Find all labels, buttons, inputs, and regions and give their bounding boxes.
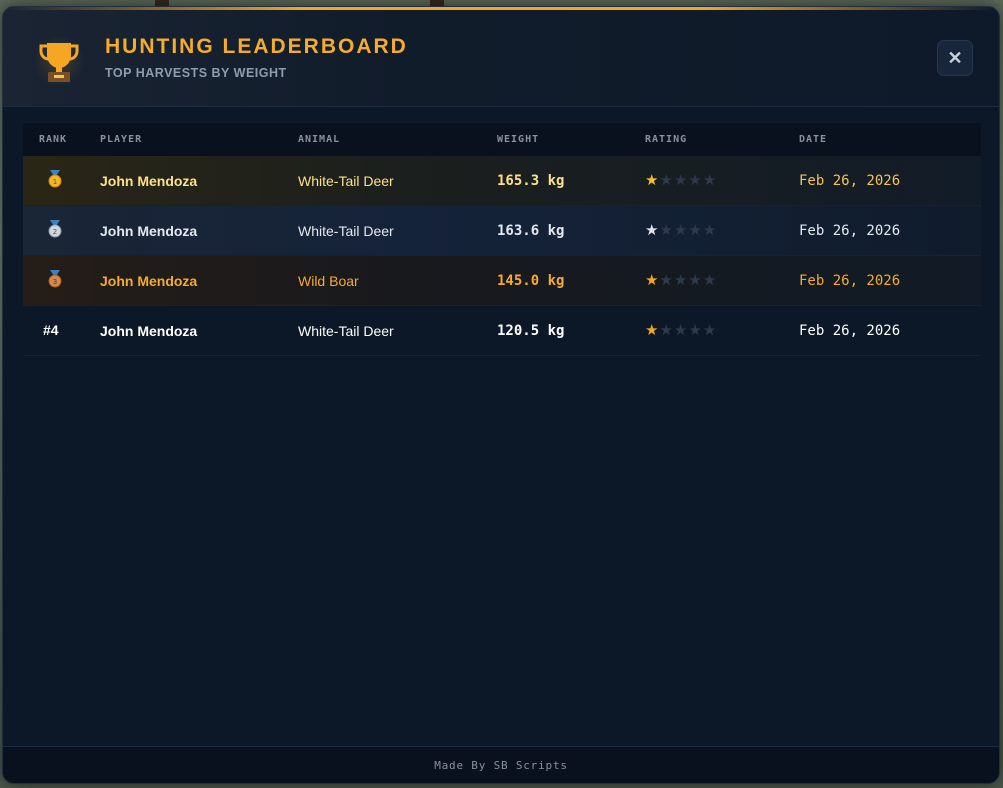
player-name: John Mendoza xyxy=(100,172,198,189)
player-name: John Mendoza xyxy=(100,322,198,339)
star-empty-icon: ★ xyxy=(673,172,688,189)
star-filled-icon: ★ xyxy=(645,322,659,339)
star-empty-icon: ★ xyxy=(659,272,673,289)
gold-medal-icon: 1 xyxy=(45,169,65,189)
rank-cell: 2 xyxy=(23,219,100,243)
star-empty-icon: ★ xyxy=(702,222,717,239)
column-header-weight: WEIGHT xyxy=(497,134,540,145)
star-empty-icon: ★ xyxy=(659,172,673,189)
harvest-weight: 145.0 kg xyxy=(497,272,565,289)
harvest-date: Feb 26, 2026 xyxy=(799,172,901,189)
table-header: RANK PLAYER ANIMAL WEIGHT RATING DATE xyxy=(23,123,981,156)
star-empty-icon: ★ xyxy=(659,222,673,239)
rating-stars: ★ ★ ★ ★ ★ xyxy=(645,173,799,188)
page-subtitle: TOP HARVESTS BY WEIGHT xyxy=(105,66,287,80)
silver-medal-icon: 2 xyxy=(45,219,65,239)
player-name: John Mendoza xyxy=(100,272,198,289)
animal-name: Wild Boar xyxy=(298,272,359,289)
star-filled-icon: ★ xyxy=(645,272,659,289)
star-filled-icon: ★ xyxy=(645,222,659,239)
harvest-date: Feb 26, 2026 xyxy=(799,222,901,239)
animal-name: White-Tail Deer xyxy=(298,222,394,239)
harvest-weight: 163.6 kg xyxy=(497,222,565,239)
rating-stars: ★ ★ ★ ★ ★ xyxy=(645,323,799,338)
column-header-rating: RATING xyxy=(645,134,688,145)
column-header-animal: ANIMAL xyxy=(298,134,341,145)
rating-stars: ★ ★ ★ ★ ★ xyxy=(645,273,799,288)
leaderboard-panel: HUNTING LEADERBOARD TOP HARVESTS BY WEIG… xyxy=(2,6,1000,784)
harvest-weight: 165.3 kg xyxy=(497,172,565,189)
rating-stars: ★ ★ ★ ★ ★ xyxy=(645,223,799,238)
close-icon: ✕ xyxy=(947,47,963,68)
header-accent-line xyxy=(3,7,999,10)
harvest-weight: 120.5 kg xyxy=(497,322,565,339)
column-header-rank: RANK xyxy=(39,134,68,145)
star-empty-icon: ★ xyxy=(673,222,688,239)
table-row[interactable]: 3 John Mendoza Wild Boar 145.0 kg ★ ★ ★ ★ ★ … xyxy=(23,256,981,306)
animal-name: White-Tail Deer xyxy=(298,322,394,339)
table-row[interactable]: 2 John Mendoza White-Tail Deer 163.6 kg … xyxy=(23,206,981,256)
star-empty-icon: ★ xyxy=(688,222,702,239)
trophy-icon xyxy=(33,35,85,87)
star-empty-icon: ★ xyxy=(702,272,717,289)
footer-credit: Made By SB Scripts xyxy=(434,758,568,772)
star-empty-icon: ★ xyxy=(688,322,702,339)
header: HUNTING LEADERBOARD TOP HARVESTS BY WEIG… xyxy=(3,7,999,107)
svg-text:1: 1 xyxy=(53,178,57,186)
rank-number: #4 xyxy=(43,321,59,338)
star-empty-icon: ★ xyxy=(688,272,702,289)
star-empty-icon: ★ xyxy=(673,322,688,339)
svg-text:3: 3 xyxy=(53,278,57,286)
footer: Made By SB Scripts xyxy=(3,746,999,783)
column-header-date: DATE xyxy=(799,134,828,145)
harvest-date: Feb 26, 2026 xyxy=(799,272,901,289)
rank-cell: 3 xyxy=(23,269,100,293)
player-name: John Mendoza xyxy=(100,222,198,239)
leaderboard-table: RANK PLAYER ANIMAL WEIGHT RATING DATE 1 … xyxy=(23,123,981,356)
rank-cell: 1 xyxy=(23,169,100,193)
close-button[interactable]: ✕ xyxy=(937,40,973,76)
animal-name: White-Tail Deer xyxy=(298,172,394,189)
table-row[interactable]: 1 John Mendoza White-Tail Deer 165.3 kg … xyxy=(23,156,981,206)
rank-cell: #4 xyxy=(23,322,100,340)
bronze-medal-icon: 3 xyxy=(45,269,65,289)
star-empty-icon: ★ xyxy=(688,172,702,189)
star-empty-icon: ★ xyxy=(673,272,688,289)
star-empty-icon: ★ xyxy=(659,322,673,339)
harvest-date: Feb 26, 2026 xyxy=(799,322,901,339)
star-empty-icon: ★ xyxy=(702,322,717,339)
star-filled-icon: ★ xyxy=(645,172,659,189)
svg-text:2: 2 xyxy=(53,228,57,236)
table-row[interactable]: #4 John Mendoza White-Tail Deer 120.5 kg… xyxy=(23,306,981,356)
column-header-player: PLAYER xyxy=(100,134,143,145)
star-empty-icon: ★ xyxy=(702,172,717,189)
page-title: HUNTING LEADERBOARD xyxy=(105,35,408,58)
